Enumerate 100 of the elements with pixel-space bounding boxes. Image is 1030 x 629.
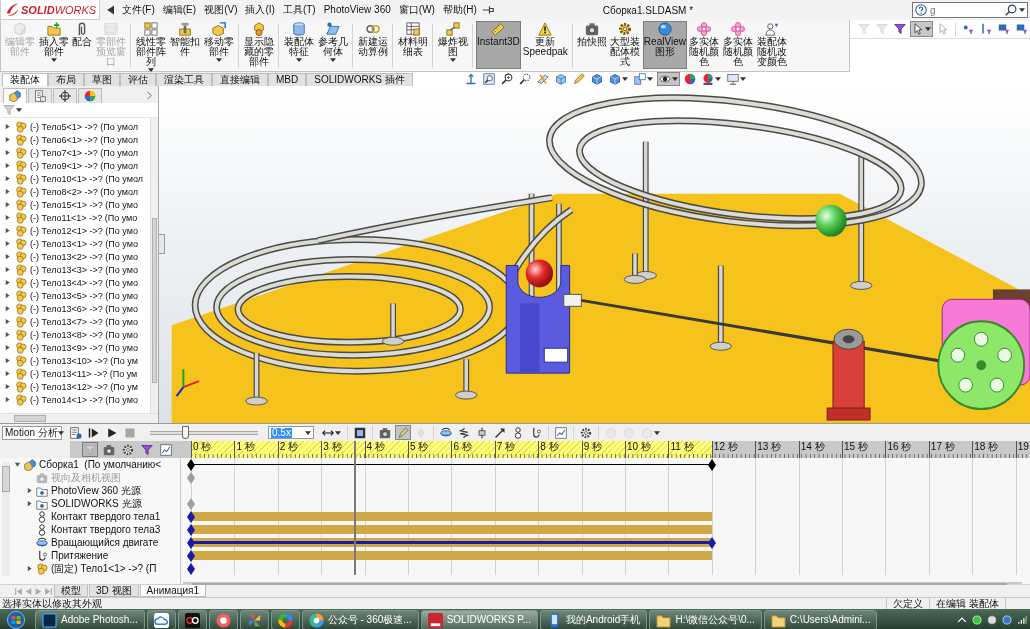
tab[interactable]: 3D 视图 bbox=[89, 585, 139, 597]
scrollbar-track[interactable] bbox=[183, 582, 1022, 584]
toolbar-button[interactable]: 配合 bbox=[71, 21, 93, 69]
toolbar-button[interactable]: 多实体随机颜色 bbox=[721, 21, 755, 69]
toolbar-button[interactable] bbox=[377, 425, 393, 440]
panel-tab[interactable] bbox=[53, 88, 77, 103]
caret-icon[interactable] bbox=[50, 58, 57, 62]
caret-icon[interactable] bbox=[329, 58, 336, 62]
menu-item[interactable]: 文件(F) bbox=[119, 3, 158, 17]
triangle-left-icon[interactable] bbox=[105, 4, 117, 16]
tree-item[interactable]: (-) Тело11<1> ->? (По умо bbox=[15, 211, 138, 224]
expander-arrow-icon[interactable] bbox=[4, 240, 11, 247]
caret-icon[interactable] bbox=[715, 77, 721, 81]
tab[interactable]: SOLIDWORKS 插件 bbox=[306, 73, 413, 86]
caret-icon[interactable] bbox=[622, 77, 628, 81]
expander-arrow-icon[interactable] bbox=[4, 292, 11, 299]
taskbar-button[interactable]: 我的Android手机 bbox=[539, 610, 648, 629]
tab[interactable]: 模型 bbox=[54, 585, 88, 597]
toolbar-button[interactable] bbox=[517, 72, 533, 86]
filter-button[interactable] bbox=[158, 442, 174, 457]
caret-icon[interactable] bbox=[672, 77, 678, 81]
toolbar-button[interactable]: 插入零部件 bbox=[37, 21, 70, 69]
tree-item[interactable]: (-) Тело13<8> ->? (По умо bbox=[15, 328, 138, 341]
expander-arrow-icon[interactable] bbox=[26, 565, 33, 572]
keypoint-icon[interactable] bbox=[187, 458, 195, 471]
tree-item[interactable]: (-) Тело14<1> ->? (По умо bbox=[15, 393, 138, 406]
caret-icon[interactable] bbox=[215, 58, 222, 62]
expander-arrow-icon[interactable] bbox=[4, 227, 11, 234]
duration-bar[interactable] bbox=[191, 538, 712, 547]
toolbar-button[interactable]: RealView图形 bbox=[642, 21, 687, 69]
toolbar-button[interactable] bbox=[352, 425, 368, 440]
toolbar-button[interactable]: 新建运动算例 bbox=[356, 21, 389, 69]
expander-arrow-icon[interactable] bbox=[4, 279, 11, 286]
scrollbar-track[interactable] bbox=[0, 413, 158, 423]
caret-icon[interactable] bbox=[1019, 8, 1025, 12]
tree-item[interactable]: (-) Тело13<5> ->? (По умо bbox=[15, 289, 138, 302]
tree-item[interactable]: Вращающийся двигате bbox=[36, 536, 159, 549]
keypoint-icon[interactable] bbox=[187, 562, 195, 575]
panel-collapse-handle[interactable] bbox=[159, 234, 165, 254]
tree-item[interactable]: Притяжение bbox=[36, 549, 109, 562]
expander-arrow-icon[interactable] bbox=[4, 188, 11, 195]
tab[interactable]: 直接编辑 bbox=[212, 73, 268, 86]
arrow-up-icon[interactable] bbox=[957, 615, 967, 625]
expander-arrow-icon[interactable] bbox=[4, 357, 11, 364]
tree-item[interactable]: (-) Тело8<2> ->? (По умол bbox=[15, 185, 138, 198]
caret-icon[interactable] bbox=[57, 430, 64, 435]
expander-arrow-icon[interactable] bbox=[4, 162, 11, 169]
menu-item[interactable]: 工具(T) bbox=[279, 3, 319, 17]
taskbar-button[interactable]: SOLIDWORKS P... bbox=[420, 610, 538, 629]
toolbar-button[interactable] bbox=[657, 72, 680, 86]
tree-item[interactable]: (-) Тело13<7> ->? (По умо bbox=[15, 315, 138, 328]
toolbar-button[interactable]: 线性零部件阵列 bbox=[134, 21, 167, 72]
toolbar-button[interactable]: 拍快照 bbox=[575, 21, 608, 69]
toolbar-button[interactable]: 显示隐藏的零部件 bbox=[242, 21, 275, 69]
pin-icon[interactable] bbox=[481, 4, 494, 16]
caret-icon[interactable] bbox=[295, 58, 302, 62]
search-icon[interactable] bbox=[1005, 4, 1017, 16]
tree-item[interactable]: (-) Тело13<9> ->? (По умо bbox=[15, 341, 138, 354]
menu-item[interactable]: PhotoView 360 bbox=[320, 3, 394, 17]
tree-item[interactable]: (-) Тело13<6> ->? (По умо bbox=[15, 302, 138, 315]
toolbar-button[interactable]: Instant3D bbox=[476, 21, 521, 69]
signal-icon[interactable] bbox=[1017, 615, 1027, 625]
keypoint-icon[interactable] bbox=[187, 510, 195, 523]
tree-item[interactable]: (-) Тело13<12> ->? (По ум bbox=[15, 380, 138, 393]
filter-button[interactable] bbox=[101, 442, 117, 457]
toolbar-button[interactable] bbox=[578, 425, 594, 440]
scrollbar-track[interactable] bbox=[2, 462, 10, 576]
filter-button[interactable] bbox=[139, 442, 155, 457]
tree-item[interactable]: (-) Тело12<1> ->? (По умо bbox=[15, 224, 138, 237]
expander-arrow-icon[interactable] bbox=[4, 266, 11, 273]
taskbar-button[interactable] bbox=[146, 610, 176, 629]
scrollbar-thumb[interactable] bbox=[152, 218, 157, 384]
tree-item[interactable]: (-) Тело13<10> ->? (По ум bbox=[15, 354, 138, 367]
expander-arrow-icon[interactable] bbox=[4, 175, 11, 182]
expander-arrow-icon[interactable] bbox=[4, 253, 11, 260]
filter-button[interactable] bbox=[3, 104, 22, 116]
taskbar-button[interactable]: Adobe Photosh... bbox=[35, 610, 145, 629]
toolbar-button[interactable]: 移动零部件 bbox=[202, 21, 235, 69]
tree-item[interactable]: (-) Тело10<1> ->? (По умол bbox=[15, 172, 143, 185]
scrollbar-thumb[interactable] bbox=[2, 466, 10, 492]
caret-icon[interactable] bbox=[16, 108, 22, 112]
tab[interactable]: 布局 bbox=[48, 73, 84, 86]
tab[interactable]: 装配体 bbox=[2, 73, 48, 86]
tree-item[interactable]: (-) Тело13<11> ->? (По ум bbox=[15, 367, 138, 380]
expander-arrow-icon[interactable] bbox=[4, 201, 11, 208]
caret-icon[interactable] bbox=[740, 77, 746, 81]
panel-tab[interactable] bbox=[3, 88, 27, 103]
toolbar-button[interactable]: 更新Speedpak bbox=[521, 21, 569, 69]
tree-item[interactable]: Сборка1 (По умолчанию< bbox=[24, 458, 162, 471]
toolbar-button[interactable]: 材料明细表 bbox=[396, 21, 429, 69]
time-bar[interactable] bbox=[354, 441, 357, 575]
tree-item[interactable]: (-) Тело6<1> ->? (По умол bbox=[15, 133, 138, 146]
tree-item[interactable]: (-) Тело13<2> ->? (По умо bbox=[15, 250, 138, 263]
tree-item[interactable]: (-) Тело9<1> ->? (По умол bbox=[15, 159, 138, 172]
tab[interactable]: 评估 bbox=[120, 73, 156, 86]
expander-arrow-icon[interactable] bbox=[26, 487, 33, 494]
expander-arrow-icon[interactable] bbox=[14, 461, 21, 468]
caret-icon[interactable] bbox=[335, 430, 341, 435]
keypoint-icon[interactable] bbox=[187, 523, 195, 536]
caret-icon[interactable] bbox=[305, 430, 311, 435]
